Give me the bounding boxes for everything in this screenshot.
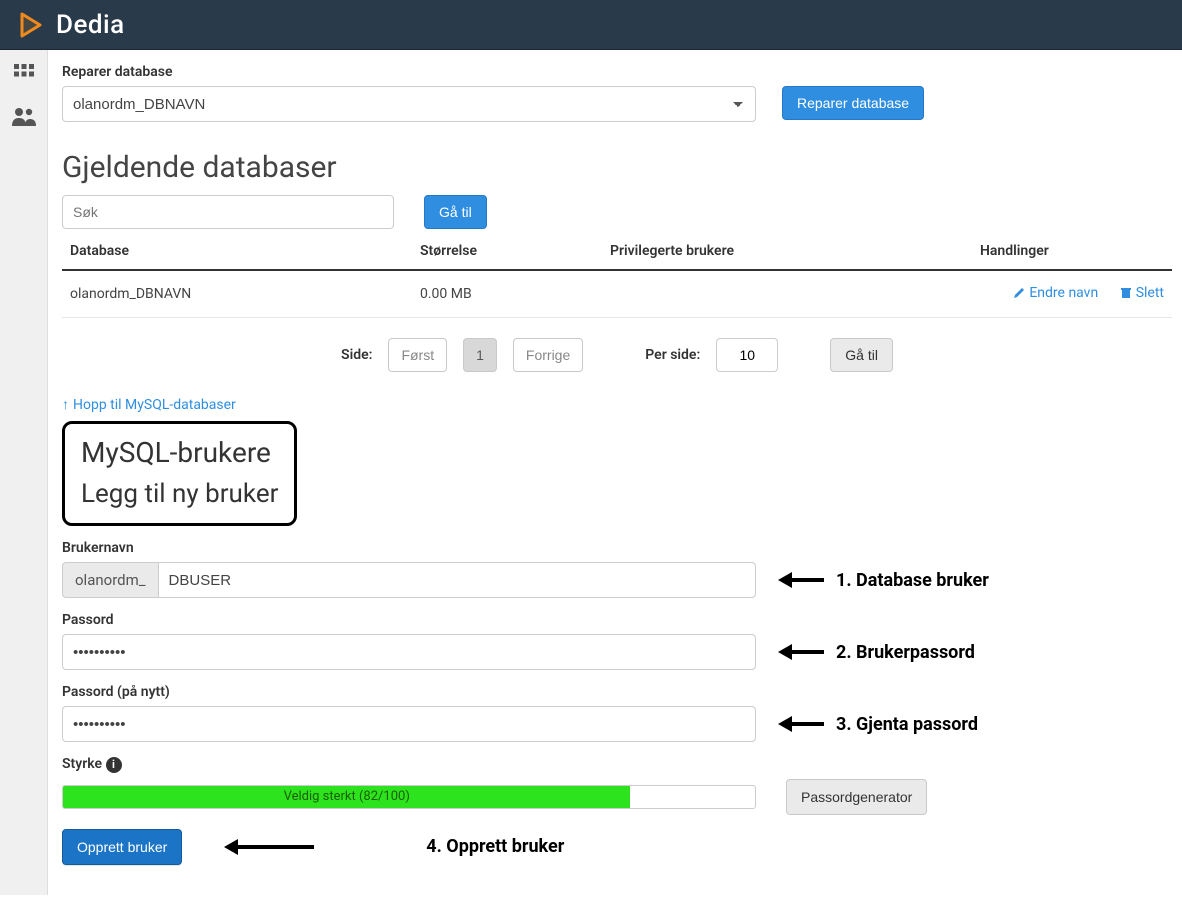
search-input[interactable]	[62, 195, 394, 229]
info-icon[interactable]: i	[106, 757, 122, 773]
strength-label: Styrke i	[62, 756, 1172, 773]
sidebar	[0, 50, 48, 895]
db-size-cell: 0.00 MB	[412, 270, 602, 318]
repair-section: Reparer database olanordm_DBNAVN Reparer…	[62, 50, 1172, 122]
username-input-group: olanordm_	[62, 562, 756, 598]
strength-bar: Veldig sterkt (82/100)	[62, 785, 756, 809]
repair-button[interactable]: Reparer database	[782, 86, 924, 120]
logo-icon	[16, 10, 46, 40]
goto-button[interactable]: Gå til	[424, 195, 487, 229]
callout-box: MySQL-brukere Legg til ny bruker	[62, 421, 297, 526]
trash-icon	[1120, 287, 1132, 299]
mysql-users-title: MySQL-brukere	[81, 436, 278, 469]
per-side-label: Per side:	[645, 347, 700, 363]
users-icon[interactable]	[11, 106, 37, 132]
brand-text: Dedia	[56, 10, 125, 40]
rename-link[interactable]: Endre navn	[1013, 285, 1098, 301]
password-input[interactable]	[62, 634, 756, 670]
password2-input[interactable]	[62, 706, 756, 742]
col-actions: Handlinger	[972, 233, 1172, 270]
password-generator-button[interactable]: Passordgenerator	[786, 779, 927, 815]
table-row: olanordm_DBNAVN 0.00 MB Endre navn Slett	[62, 270, 1172, 318]
arrow-left-icon	[778, 714, 824, 734]
col-size: Størrelse	[412, 233, 602, 270]
apps-icon[interactable]	[12, 62, 36, 90]
goto-button-2[interactable]: Gå til	[830, 338, 893, 372]
username-input[interactable]	[158, 562, 756, 598]
delete-link[interactable]: Slett	[1120, 285, 1164, 301]
db-users-cell	[602, 270, 972, 318]
current-databases-title: Gjeldende databaser	[62, 150, 1172, 185]
db-name-cell: olanordm_DBNAVN	[62, 270, 412, 318]
page-1-button[interactable]: 1	[463, 338, 497, 372]
col-database: Database	[62, 233, 412, 270]
databases-table: Database Størrelse Privilegerte brukere …	[62, 233, 1172, 318]
annotation-1: 1. Database bruker	[778, 570, 989, 591]
brand-logo: Dedia	[16, 10, 125, 40]
arrow-up-icon: ↑	[62, 396, 69, 413]
username-prefix: olanordm_	[62, 562, 158, 598]
repair-select[interactable]: olanordm_DBNAVN	[62, 86, 756, 122]
password2-label: Passord (på nytt)	[62, 684, 1172, 700]
add-user-subtitle: Legg til ny bruker	[81, 479, 278, 509]
pagination: Side: Først 1 Forrige Per side: Gå til	[62, 338, 1172, 372]
arrow-left-icon	[778, 570, 824, 590]
repair-label: Reparer database	[62, 64, 1172, 80]
jump-link[interactable]: ↑ Hopp til MySQL-databaser	[62, 396, 236, 413]
username-label: Brukernavn	[62, 540, 1172, 556]
prev-page-button[interactable]: Forrige	[513, 338, 583, 372]
annotation-4: 4. Opprett bruker	[224, 836, 564, 857]
annotation-3: 3. Gjenta passord	[778, 714, 978, 735]
password-label: Passord	[62, 612, 1172, 628]
topbar: Dedia	[0, 0, 1182, 50]
arrow-left-icon	[778, 642, 824, 662]
strength-text: Veldig sterkt (82/100)	[63, 786, 630, 808]
first-page-button[interactable]: Først	[388, 338, 447, 372]
annotation-2: 2. Brukerpassord	[778, 642, 975, 663]
pencil-icon	[1013, 287, 1025, 299]
page-label: Side:	[341, 347, 372, 363]
arrow-left-icon	[224, 837, 314, 857]
per-side-input[interactable]	[716, 338, 778, 372]
col-users: Privilegerte brukere	[602, 233, 972, 270]
create-user-button[interactable]: Opprett bruker	[62, 829, 182, 865]
